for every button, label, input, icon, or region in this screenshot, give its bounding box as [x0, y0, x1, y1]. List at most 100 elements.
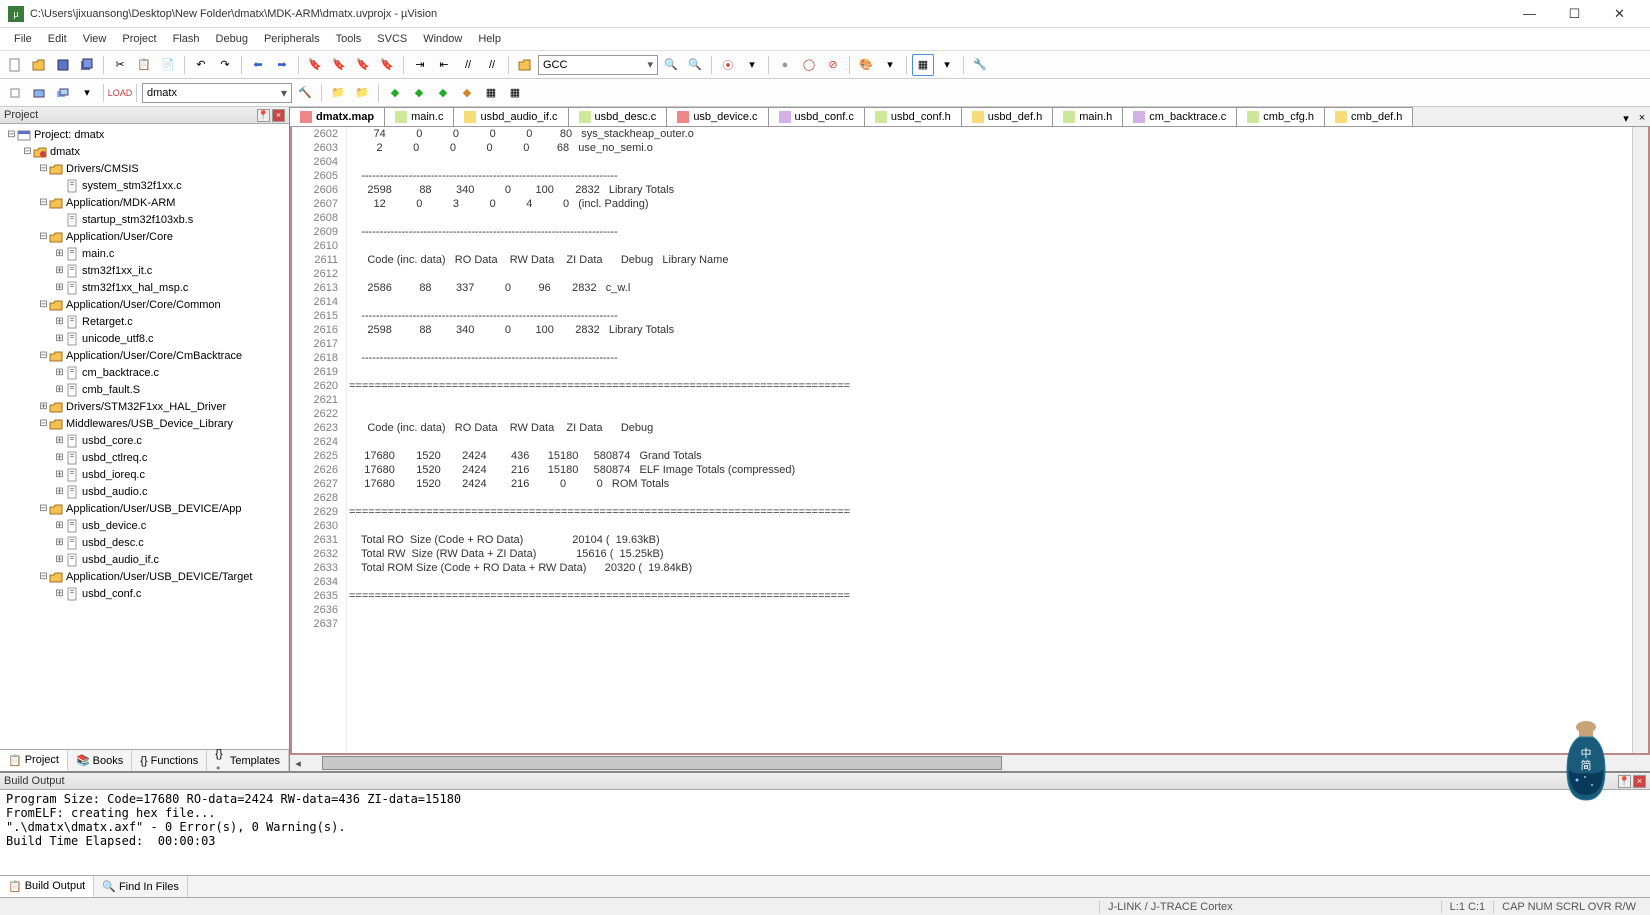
menu-svcs[interactable]: SVCS — [369, 31, 415, 47]
tab-menu-button[interactable]: ▾ — [1618, 107, 1634, 127]
project-tree[interactable]: ⊟Project: dmatx⊟dmatx⊟Drivers/CMSISsyste… — [0, 124, 289, 749]
menu-flash[interactable]: Flash — [165, 31, 208, 47]
tree-node[interactable]: ⊞usbd_desc.c — [2, 534, 287, 551]
proj-tab-books[interactable]: 📚Books — [68, 750, 132, 771]
nav-fwd-button[interactable]: ➡ — [271, 54, 293, 76]
tree-node[interactable]: ⊞unicode_utf8.c — [2, 330, 287, 347]
expand-icon[interactable]: ⊞ — [54, 367, 65, 378]
options-button[interactable]: 🔨 — [294, 82, 316, 104]
expand-icon[interactable]: ⊟ — [6, 129, 17, 140]
file-tab[interactable]: main.c — [385, 107, 454, 126]
tree-node[interactable]: ⊟Application/User/Core/CmBacktrace — [2, 347, 287, 364]
bookmark-button[interactable]: 🔖 — [304, 54, 326, 76]
build-pin-button[interactable]: 📍 — [1618, 775, 1631, 788]
menu-view[interactable]: View — [75, 31, 115, 47]
file-tab[interactable]: cmb_def.h — [1325, 107, 1413, 126]
replay-button[interactable]: ◯ — [798, 54, 820, 76]
expand-icon[interactable]: ⊟ — [38, 197, 49, 208]
pal-drop[interactable]: ▾ — [879, 54, 901, 76]
tree-node[interactable]: ⊟Middlewares/USB_Device_Library — [2, 415, 287, 432]
expand-icon[interactable]: ⊟ — [38, 571, 49, 582]
new-file-button[interactable] — [4, 54, 26, 76]
breakpoints-button[interactable]: ▾ — [741, 54, 763, 76]
tree-node[interactable]: ⊟Application/MDK-ARM — [2, 194, 287, 211]
menu-project[interactable]: Project — [114, 31, 164, 47]
expand-icon[interactable]: ⊞ — [54, 333, 65, 344]
tree-node[interactable]: ⊞stm32f1xx_it.c — [2, 262, 287, 279]
file-tab[interactable]: usbd_audio_if.c — [454, 107, 568, 126]
tree-node[interactable]: ⊟Project: dmatx — [2, 126, 287, 143]
file-tab[interactable]: cm_backtrace.c — [1123, 107, 1237, 126]
expand-icon[interactable]: ⊟ — [22, 146, 33, 157]
wsplit-drop[interactable]: ▾ — [936, 54, 958, 76]
tree-node[interactable]: ⊞stm32f1xx_hal_msp.c — [2, 279, 287, 296]
panel-pin-button[interactable]: 📍 — [257, 109, 270, 122]
manage2-button[interactable]: 📁 — [351, 82, 373, 104]
file-tab[interactable]: usbd_conf.h — [865, 107, 962, 126]
file-tab[interactable]: usbd_conf.c — [769, 107, 865, 126]
expand-icon[interactable]: ⊞ — [54, 452, 65, 463]
proj-tab-templates[interactable]: {}₊Templates — [207, 750, 289, 771]
menu-edit[interactable]: Edit — [40, 31, 75, 47]
menu-debug[interactable]: Debug — [208, 31, 256, 47]
comment-button[interactable]: // — [457, 54, 479, 76]
expand-icon[interactable]: ⊞ — [54, 384, 65, 395]
tree-node[interactable]: ⊞Retarget.c — [2, 313, 287, 330]
expand-icon[interactable]: ⊞ — [54, 537, 65, 548]
tree-node[interactable]: ⊞usbd_audio.c — [2, 483, 287, 500]
indent-in-button[interactable]: ⇥ — [409, 54, 431, 76]
reset-button[interactable]: ▦ — [480, 82, 502, 104]
cut-button[interactable]: ✂ — [109, 54, 131, 76]
expand-icon[interactable]: ⊞ — [38, 401, 49, 412]
tree-node[interactable]: ⊟Application/User/USB_DEVICE/Target — [2, 568, 287, 585]
minimize-button[interactable]: — — [1507, 1, 1552, 27]
proj-tab-functions[interactable]: {}Functions — [132, 750, 207, 771]
manage-button[interactable]: 📁 — [327, 82, 349, 104]
expand-icon[interactable]: ⊞ — [54, 469, 65, 480]
nav-back-button[interactable]: ⬅ — [247, 54, 269, 76]
file-tab[interactable]: usbd_def.h — [962, 107, 1053, 126]
expand-icon[interactable]: ⊟ — [38, 231, 49, 242]
uncomment-button[interactable]: // — [481, 54, 503, 76]
target-select[interactable]: GCC — [538, 55, 658, 75]
save-all-button[interactable] — [76, 54, 98, 76]
step-button[interactable]: ◆ — [408, 82, 430, 104]
build-tab-build-output[interactable]: 📋Build Output — [0, 876, 94, 897]
file-tab[interactable]: usb_device.c — [667, 107, 768, 126]
copy-button[interactable]: 📋 — [133, 54, 155, 76]
find-button[interactable] — [514, 54, 536, 76]
expand-icon[interactable]: ⊞ — [54, 588, 65, 599]
bookmark-next-button[interactable]: 🔖 — [328, 54, 350, 76]
save-button[interactable] — [52, 54, 74, 76]
tree-node[interactable]: ⊞Drivers/STM32F1xx_HAL_Driver — [2, 398, 287, 415]
tree-node[interactable]: ⊞usbd_core.c — [2, 432, 287, 449]
project-target-select[interactable]: dmatx — [142, 83, 292, 103]
tree-node[interactable]: ⊞usbd_ctlreq.c — [2, 449, 287, 466]
undo-button[interactable]: ↶ — [190, 54, 212, 76]
batch-build-button[interactable]: ▾ — [76, 82, 98, 104]
tree-node[interactable]: ⊞usbd_conf.c — [2, 585, 287, 602]
expand-icon[interactable]: ⊞ — [54, 554, 65, 565]
expand-icon[interactable]: ⊟ — [38, 503, 49, 514]
build-output-text[interactable]: Program Size: Code=17680 RO-data=2424 RW… — [0, 790, 1650, 875]
menu-help[interactable]: Help — [470, 31, 509, 47]
proj-tab-project[interactable]: 📋Project — [0, 750, 68, 771]
tree-node[interactable]: ⊞main.c — [2, 245, 287, 262]
step-over-button[interactable]: ◆ — [432, 82, 454, 104]
bookmark-prev-button[interactable]: 🔖 — [352, 54, 374, 76]
editor-scrollbar-h[interactable]: ◂ — [290, 755, 1650, 771]
stop-record-button[interactable]: ⊘ — [822, 54, 844, 76]
step-out-button[interactable]: ◆ — [456, 82, 478, 104]
panel-close-button[interactable]: × — [272, 109, 285, 122]
expand-icon[interactable]: ⊞ — [54, 486, 65, 497]
tree-node[interactable]: system_stm32f1xx.c — [2, 177, 287, 194]
tree-node[interactable]: ⊟Application/User/Core/Common — [2, 296, 287, 313]
menu-file[interactable]: File — [6, 31, 40, 47]
redo-button[interactable]: ↷ — [214, 54, 236, 76]
code-content[interactable]: 74 0 0 0 0 80 sys_stackheap_outer.o 2 0 … — [347, 127, 1632, 753]
tree-node[interactable]: ⊟Application/User/Core — [2, 228, 287, 245]
incremental-find-button[interactable]: 🔍 — [684, 54, 706, 76]
build-button[interactable] — [28, 82, 50, 104]
tree-node[interactable]: ⊞cmb_fault.S — [2, 381, 287, 398]
expand-icon[interactable]: ⊞ — [54, 316, 65, 327]
